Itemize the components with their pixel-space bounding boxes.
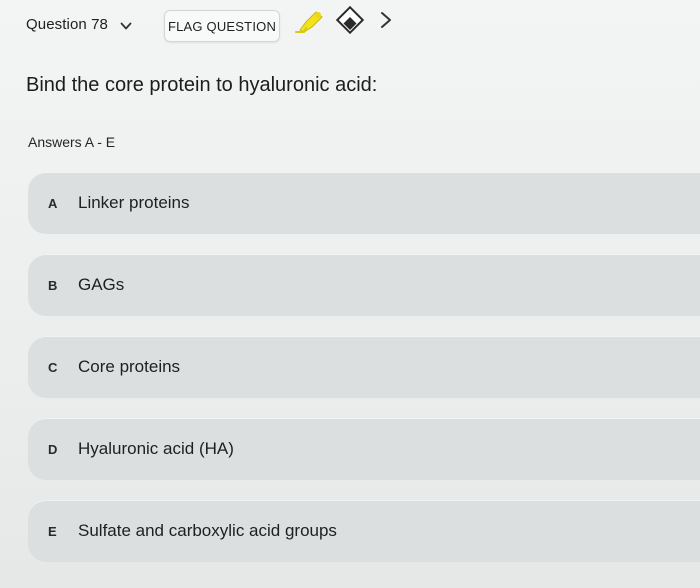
flag-question-button[interactable]: FLAG QUESTION [164,10,280,42]
next-question-button[interactable] [374,6,398,38]
question-text: Bind the core protein to hyaluronic acid… [26,74,378,96]
option-letter: E [48,523,57,539]
chevron-down-icon [120,19,132,31]
option-letter: A [48,195,58,211]
option-text: GAGs [78,275,125,294]
option-c[interactable]: C Core proteins [28,336,700,398]
highlighter-icon [294,8,326,39]
option-a[interactable]: A Linker proteins [28,172,700,234]
question-toolbar: Question 78 FLAG QUESTION [0,0,700,56]
question-number-label: Question 78 [26,16,108,33]
option-letter: C [48,359,58,375]
option-text: Hyaluronic acid (HA) [78,439,234,458]
option-text: Core proteins [78,357,181,376]
eraser-icon [335,5,365,40]
eraser-button[interactable] [332,4,368,40]
highlighter-button[interactable] [292,6,328,40]
option-letter: B [48,277,58,293]
quiz-page: Question 78 FLAG QUESTION Bind the core … [0,0,700,588]
option-e[interactable]: E Sulfate and carboxylic acid groups [28,500,700,562]
option-d[interactable]: D Hyaluronic acid (HA) [28,418,700,480]
option-text: Linker proteins [78,193,190,212]
chevron-right-icon [379,10,393,35]
option-letter: D [48,441,58,457]
answers-hint: Answers A - E [28,134,116,150]
question-selector[interactable]: Question 78 [26,16,132,33]
option-text: Sulfate and carboxylic acid groups [78,521,337,540]
option-b[interactable]: B GAGs [28,254,700,316]
